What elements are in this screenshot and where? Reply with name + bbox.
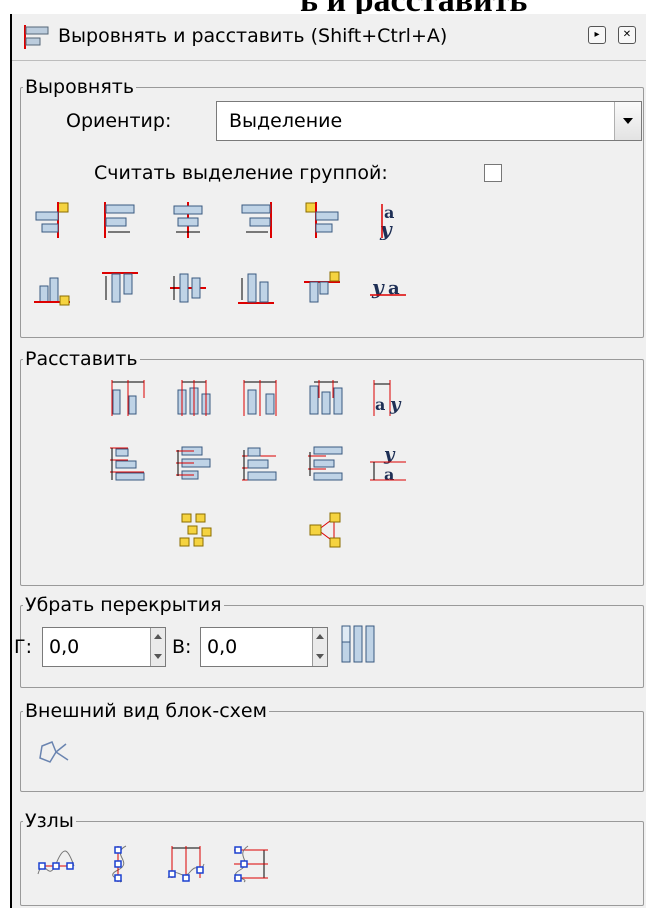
chevron-down-icon[interactable] [614,102,641,140]
distribute-left-edges-icon[interactable] [108,378,148,418]
distribute-bottom-edges-icon[interactable] [240,444,280,484]
relative-to-label: Ориентир: [66,110,172,132]
align-nodes-horizontal-icon[interactable] [36,844,76,884]
dialog-title: Выровнять и расставить (Shift+Ctrl+A) [58,25,448,47]
vertical-gap-label: В: [172,636,192,658]
cut-off-heading: ь и расставить [0,0,648,14]
align-baseline-horizontal-icon[interactable]: y a [368,268,408,308]
relative-to-value: Выделение [229,110,343,132]
unclump-objects-icon[interactable] [306,510,346,550]
align-bottom-edges-icon[interactable] [236,268,276,308]
relative-to-select[interactable]: Выделение [216,101,642,141]
align-legend: Выровнять [25,76,135,98]
treat-as-group-checkbox[interactable] [484,164,502,182]
distribute-baselines-horizontally-icon[interactable]: a y [368,378,408,418]
make-vertical-gaps-equal-icon[interactable] [306,444,346,484]
svg-text:y: y [379,217,393,240]
center-on-horizontal-axis-icon[interactable] [168,268,208,308]
svg-text:a: a [384,465,394,484]
vertical-gap-spinner[interactable]: 0,0 [200,627,328,667]
nodes-legend: Узлы [25,810,74,832]
spin-up-icon[interactable] [150,628,165,648]
dock-button[interactable]: ▸ [588,26,606,44]
align-baseline-vertical-icon[interactable]: a y [368,200,408,240]
distribute-baselines-vertically-icon[interactable]: y a [368,444,408,484]
remove-overlaps-icon[interactable] [338,624,378,664]
svg-text:y: y [389,394,402,415]
connector-layout-legend: Внешний вид блок-схем [25,700,267,722]
align-bottom-to-top-anchor-icon[interactable] [32,268,72,308]
align-left-edges-icon[interactable] [100,200,140,240]
distribute-nodes-vertical-icon[interactable] [230,844,270,884]
align-right-edges-icon[interactable] [236,200,276,240]
distribute-right-edges-icon[interactable] [240,378,280,418]
horizontal-gap-value: 0,0 [49,636,80,658]
close-button[interactable]: ✕ [618,26,636,44]
horizontal-gap-label: Г: [14,636,32,658]
align-left-edges-to-right-anchor-icon[interactable] [302,200,342,240]
connector-layout-section: Внешний вид блок-схем [20,700,644,792]
distribute-nodes-horizontal-icon[interactable] [166,844,206,884]
align-distribute-dialog: Выровнять и расставить (Shift+Ctrl+A) ▸ … [10,14,646,908]
distribute-top-edges-icon[interactable] [108,444,148,484]
arrange-connector-network-icon[interactable] [32,734,72,774]
spin-up-icon[interactable] [312,628,327,648]
align-right-edges-to-left-anchor-icon[interactable] [32,200,72,240]
spin-down-icon[interactable] [150,647,165,666]
dialog-titlebar: Выровнять и расставить (Shift+Ctrl+A) ▸ … [12,14,646,61]
align-nodes-vertical-icon[interactable] [100,844,140,884]
distribute-centers-vertically-icon[interactable] [174,444,214,484]
align-top-edges-icon[interactable] [100,268,140,308]
svg-text:a: a [375,395,385,414]
spin-down-icon[interactable] [312,647,327,666]
distribute-legend: Расставить [25,348,138,370]
vertical-gap-value: 0,0 [207,636,238,658]
treat-as-group-label: Считать выделение группой: [94,162,388,184]
randomize-positions-icon[interactable] [174,510,214,550]
svg-text:a: a [388,278,400,299]
remove-overlaps-legend: Убрать перекрытия [25,594,222,616]
center-on-vertical-axis-icon[interactable] [168,200,208,240]
align-top-to-bottom-anchor-icon[interactable] [302,268,342,308]
align-dialog-icon [24,25,49,49]
make-horizontal-gaps-equal-icon[interactable] [306,378,346,418]
distribute-centers-horizontally-icon[interactable] [174,378,214,418]
horizontal-gap-spinner[interactable]: 0,0 [42,627,166,667]
